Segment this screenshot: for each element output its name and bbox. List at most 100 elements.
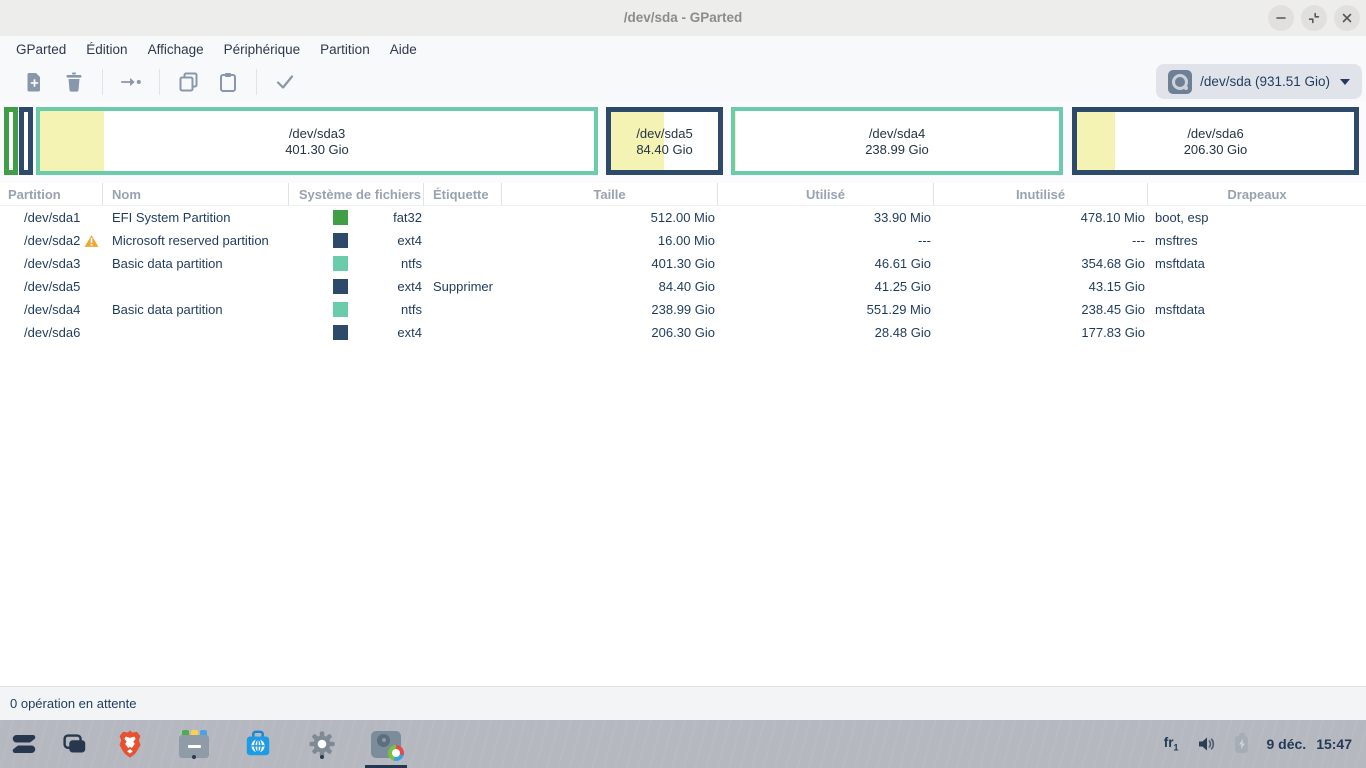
cell-used: 28.48 Gio [718, 321, 934, 344]
table-row-sda1[interactable]: /dev/sda1 EFI System Partition fat32 512… [0, 206, 1366, 229]
toolbar-separator [159, 69, 160, 95]
filesystem-color-swatch [333, 256, 348, 271]
window-switcher-button[interactable] [58, 728, 90, 760]
cell-used: 41.25 Gio [718, 275, 934, 298]
apply-operations-button[interactable] [274, 71, 296, 93]
column-header-utilise: Utilisé [718, 183, 934, 205]
brave-browser-button[interactable] [114, 728, 146, 760]
delete-partition-button[interactable] [63, 71, 85, 93]
cell-filesystem: ext4 [397, 325, 422, 340]
window-title: /dev/sda - GParted [0, 0, 1366, 36]
disk-partition-sda1[interactable] [4, 107, 18, 175]
menu-partition[interactable]: Partition [312, 39, 378, 60]
cell-name: Microsoft reserved partition [103, 229, 289, 252]
settings-button[interactable] [306, 728, 338, 760]
cell-label [424, 229, 502, 252]
device-selector[interactable]: /dev/sda (931.51 Gio) [1156, 64, 1362, 99]
close-button[interactable] [1334, 5, 1360, 31]
restore-button[interactable] [1301, 5, 1327, 31]
file-manager-button[interactable] [178, 728, 210, 760]
pending-operations-status: 0 opération en attente [10, 696, 137, 711]
partition-device-label: /dev/sda4 [869, 126, 925, 141]
zorin-logo-icon [8, 728, 40, 760]
cell-partition: /dev/sda1 [24, 210, 80, 225]
cell-size: 16.00 Mio [502, 229, 718, 252]
menu-peripherique[interactable]: Périphérique [216, 39, 309, 60]
cell-partition: /dev/sda6 [24, 325, 80, 340]
software-store-icon [243, 729, 273, 759]
hard-disk-icon [1168, 70, 1192, 94]
cell-unused: 43.15 Gio [934, 275, 1148, 298]
volume-icon[interactable] [1196, 734, 1217, 754]
partition-size-label: 401.30 Gio [285, 142, 349, 157]
cell-label [424, 298, 502, 321]
partition-table: Partition Nom Système de fichiers Étique… [0, 183, 1366, 344]
resize-move-button[interactable] [120, 71, 142, 93]
cell-used: 33.90 Mio [718, 206, 934, 229]
cell-unused: 238.45 Gio [934, 298, 1148, 321]
cell-flags [1148, 321, 1366, 344]
cell-used: --- [718, 229, 934, 252]
column-header-systeme: Système de fichiers [289, 183, 424, 205]
clock-date: 9 déc. [1266, 736, 1306, 752]
disk-partition-sda3[interactable]: /dev/sda3 401.30 Gio [36, 107, 598, 175]
cell-filesystem: ext4 [397, 233, 422, 248]
cell-flags: msftres [1148, 229, 1366, 252]
table-row-sda3[interactable]: /dev/sda3 Basic data partition ntfs 401.… [0, 252, 1366, 275]
chevron-down-icon [1340, 79, 1350, 85]
close-icon [1340, 11, 1354, 25]
cell-flags [1148, 275, 1366, 298]
partition-device-label: /dev/sda5 [636, 126, 692, 141]
clock[interactable]: 9 déc. 15:47 [1266, 736, 1352, 752]
paste-icon [219, 72, 237, 92]
zorin-menu-button[interactable] [8, 728, 40, 760]
clock-time: 15:47 [1316, 736, 1352, 752]
gparted-app-button[interactable] [370, 728, 402, 760]
cell-filesystem: fat32 [393, 210, 422, 225]
delete-icon [65, 72, 83, 92]
cell-name: Basic data partition [103, 298, 289, 321]
taskbar: fr1 9 déc. 15:47 [0, 720, 1366, 768]
paste-button[interactable] [217, 71, 239, 93]
running-indicator [320, 755, 324, 759]
table-row-sda6[interactable]: /dev/sda6 ext4 206.30 Gio 28.48 Gio 177.… [0, 321, 1366, 344]
cell-filesystem: ntfs [401, 256, 422, 271]
software-store-button[interactable] [242, 728, 274, 760]
taskbar-status-area: fr1 9 déc. 15:47 [1164, 720, 1352, 768]
partition-device-label: /dev/sda3 [289, 126, 345, 141]
gparted-window: /dev/sda - GParted GParted Édition Affic… [0, 0, 1366, 720]
new-partition-button[interactable] [23, 71, 45, 93]
battery-icon[interactable] [1235, 736, 1248, 753]
filesystem-color-swatch [333, 325, 348, 340]
titlebar[interactable]: /dev/sda - GParted [0, 0, 1366, 36]
copy-button[interactable] [177, 71, 199, 93]
new-partition-icon [25, 72, 44, 92]
menu-edition[interactable]: Édition [78, 39, 135, 60]
partition-size-label: 84.40 Gio [636, 142, 692, 157]
menu-gparted[interactable]: GParted [8, 39, 74, 60]
toolbar: /dev/sda (931.51 Gio) [0, 62, 1366, 101]
disk-partition-sda6[interactable]: /dev/sda6 206.30 Gio [1072, 107, 1359, 175]
cell-size: 206.30 Gio [502, 321, 718, 344]
cell-unused: --- [934, 229, 1148, 252]
cell-name [103, 275, 289, 298]
keyboard-layout-indicator[interactable]: fr1 [1164, 735, 1179, 753]
statusbar: 0 opération en attente [0, 686, 1366, 720]
column-header-drapeaux: Drapeaux [1148, 183, 1366, 205]
partition-size-label: 206.30 Gio [1184, 142, 1248, 157]
cell-name: EFI System Partition [103, 206, 289, 229]
cell-used: 551.29 Mio [718, 298, 934, 321]
cell-size: 512.00 Mio [502, 206, 718, 229]
cell-name [103, 321, 289, 344]
menu-affichage[interactable]: Affichage [140, 39, 212, 60]
device-selector-label: /dev/sda (931.51 Gio) [1200, 74, 1330, 89]
toolbar-separator [102, 69, 103, 95]
disk-partition-sda4[interactable]: /dev/sda4 238.99 Gio [731, 107, 1063, 175]
table-row-sda2[interactable]: /dev/sda2 Microsoft reserved partition e… [0, 229, 1366, 252]
table-row-sda5[interactable]: /dev/sda5 ext4 Supprimer 84.40 Gio 41.25… [0, 275, 1366, 298]
table-row-sda4[interactable]: /dev/sda4 Basic data partition ntfs 238.… [0, 298, 1366, 321]
menu-aide[interactable]: Aide [382, 39, 425, 60]
disk-partition-sda5[interactable]: /dev/sda5 84.40 Gio [606, 107, 723, 175]
disk-partition-sda2[interactable] [19, 107, 33, 175]
minimize-button[interactable] [1268, 5, 1294, 31]
